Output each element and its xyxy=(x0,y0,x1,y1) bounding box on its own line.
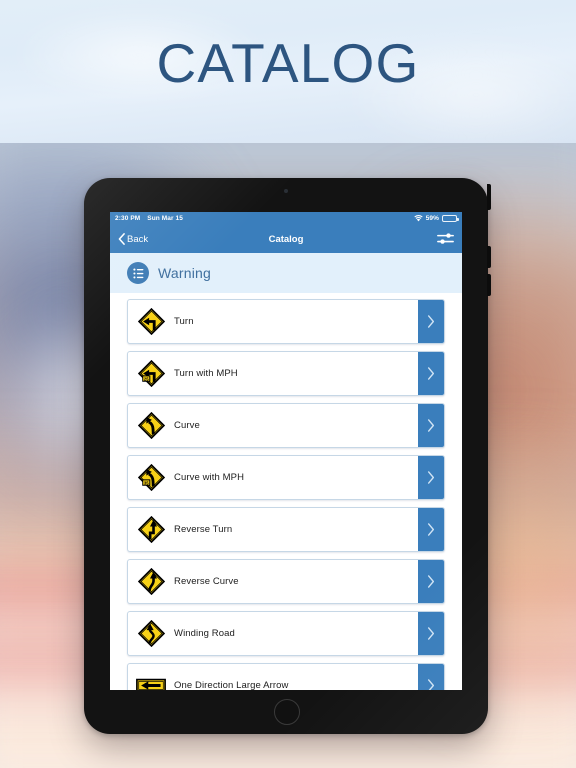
list-item[interactable]: Curve xyxy=(127,403,445,448)
section-title: Warning xyxy=(158,265,212,281)
nav-title: Catalog xyxy=(268,233,304,245)
svg-text:25: 25 xyxy=(143,376,148,381)
warning-reverse-curve-sign xyxy=(136,560,166,603)
chevron-right-icon[interactable] xyxy=(418,560,444,603)
warning-curve-mph-sign: 35 xyxy=(136,456,166,499)
warning-reverse-turn-sign xyxy=(136,508,166,551)
warning-turn-mph-sign: 25 xyxy=(136,352,166,395)
header-banner: CATALOG xyxy=(0,0,576,143)
chevron-right-icon[interactable] xyxy=(418,612,444,655)
back-button-label: Back xyxy=(127,233,149,245)
list-item-label: Reverse Curve xyxy=(174,576,239,587)
list-item-label: Turn xyxy=(174,316,194,327)
warning-one-direction-large-arrow-sign xyxy=(136,664,166,690)
sliders-filter-icon xyxy=(437,233,454,244)
list-item[interactable]: 35 Curve with MPH xyxy=(127,455,445,500)
page-title: CATALOG xyxy=(156,32,420,94)
list-item-label: Turn with MPH xyxy=(174,368,238,379)
list-item[interactable]: 25 Turn with MPH xyxy=(127,351,445,396)
list-item[interactable]: Turn xyxy=(127,299,445,344)
status-bar-right-group: 59% xyxy=(414,214,459,223)
list-item[interactable]: One Direction Large Arrow xyxy=(127,663,445,690)
power-button[interactable] xyxy=(487,184,491,210)
chevron-right-icon[interactable] xyxy=(418,664,444,690)
chevron-left-icon xyxy=(118,233,125,245)
list-bullet-glyph xyxy=(132,268,143,278)
status-bar: 2:30 PM Sun Mar 15 59% xyxy=(110,212,462,225)
warning-winding-road-sign xyxy=(136,612,166,655)
list-bullet-icon xyxy=(127,262,149,284)
volume-down-button[interactable] xyxy=(487,274,491,296)
nav-bar: Back Catalog xyxy=(110,225,462,253)
list-item[interactable]: Reverse Turn xyxy=(127,507,445,552)
catalog-list[interactable]: Turn 25 Turn with MPH Curve 35 Curve with MPH… xyxy=(110,293,462,690)
status-time: 2:30 PM xyxy=(115,215,141,222)
back-button[interactable]: Back xyxy=(118,233,148,245)
warning-turn-sign xyxy=(136,300,166,343)
status-date: Sun Mar 15 xyxy=(147,215,183,222)
list-item-label: Curve with MPH xyxy=(174,472,245,483)
home-button[interactable] xyxy=(274,699,300,725)
chevron-right-icon[interactable] xyxy=(418,352,444,395)
wifi-icon xyxy=(414,215,423,222)
list-item-label: One Direction Large Arrow xyxy=(174,680,289,690)
list-item-label: Reverse Turn xyxy=(174,524,233,535)
filter-button[interactable] xyxy=(437,232,454,246)
battery-icon xyxy=(442,214,459,223)
warning-curve-sign xyxy=(136,404,166,447)
tablet-device: 2:30 PM Sun Mar 15 59% Back Catalog Warn… xyxy=(84,178,491,734)
chevron-right-icon[interactable] xyxy=(418,508,444,551)
front-camera-icon xyxy=(284,189,288,193)
battery-percent-label: 59% xyxy=(425,215,439,222)
svg-text:35: 35 xyxy=(143,480,148,485)
chevron-right-icon[interactable] xyxy=(418,404,444,447)
chevron-right-icon[interactable] xyxy=(418,456,444,499)
list-item[interactable]: Winding Road xyxy=(127,611,445,656)
tablet-screen: 2:30 PM Sun Mar 15 59% Back Catalog Warn… xyxy=(110,212,462,690)
list-item-label: Winding Road xyxy=(174,628,235,639)
chevron-right-icon[interactable] xyxy=(418,300,444,343)
list-item[interactable]: Reverse Curve xyxy=(127,559,445,604)
volume-up-button[interactable] xyxy=(487,246,491,268)
list-item-label: Curve xyxy=(174,420,200,431)
section-header: Warning xyxy=(110,253,462,293)
